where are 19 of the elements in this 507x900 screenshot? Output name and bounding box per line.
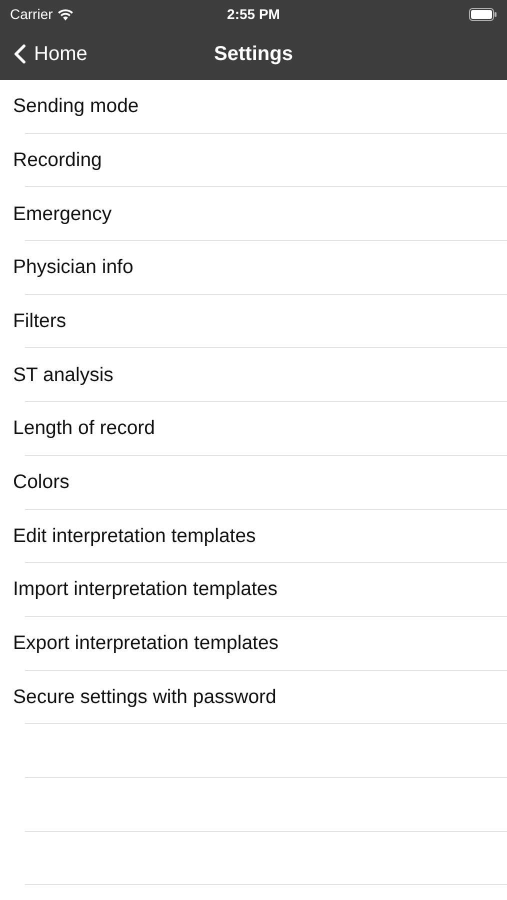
carrier-label: Carrier [10, 4, 53, 24]
settings-item[interactable]: ST analysis [13, 360, 114, 390]
settings-item[interactable]: Sending mode [13, 92, 139, 122]
settings-item[interactable]: Emergency [13, 200, 112, 229]
wifi-icon [56, 8, 74, 20]
clock-time: 2:55 PM [227, 4, 280, 24]
settings-item[interactable]: Export interpretation templates [13, 629, 279, 658]
back-button[interactable]: Home [0, 39, 88, 69]
settings-item[interactable]: Import interpretation templates [13, 575, 278, 605]
screen-title: Settings [214, 43, 293, 65]
settings-item[interactable]: Colors [13, 468, 70, 498]
battery-icon [469, 8, 497, 20]
settings-item[interactable]: Length of record [13, 414, 156, 444]
settings-item[interactable]: Secure settings with password [13, 682, 276, 712]
settings-item[interactable]: Edit interpretation templates [13, 522, 256, 551]
settings-item[interactable]: Filters [13, 306, 66, 336]
settings-item[interactable]: Recording [13, 146, 102, 176]
settings-item[interactable]: Physician info [13, 253, 134, 283]
chevron-left-icon [14, 44, 26, 64]
